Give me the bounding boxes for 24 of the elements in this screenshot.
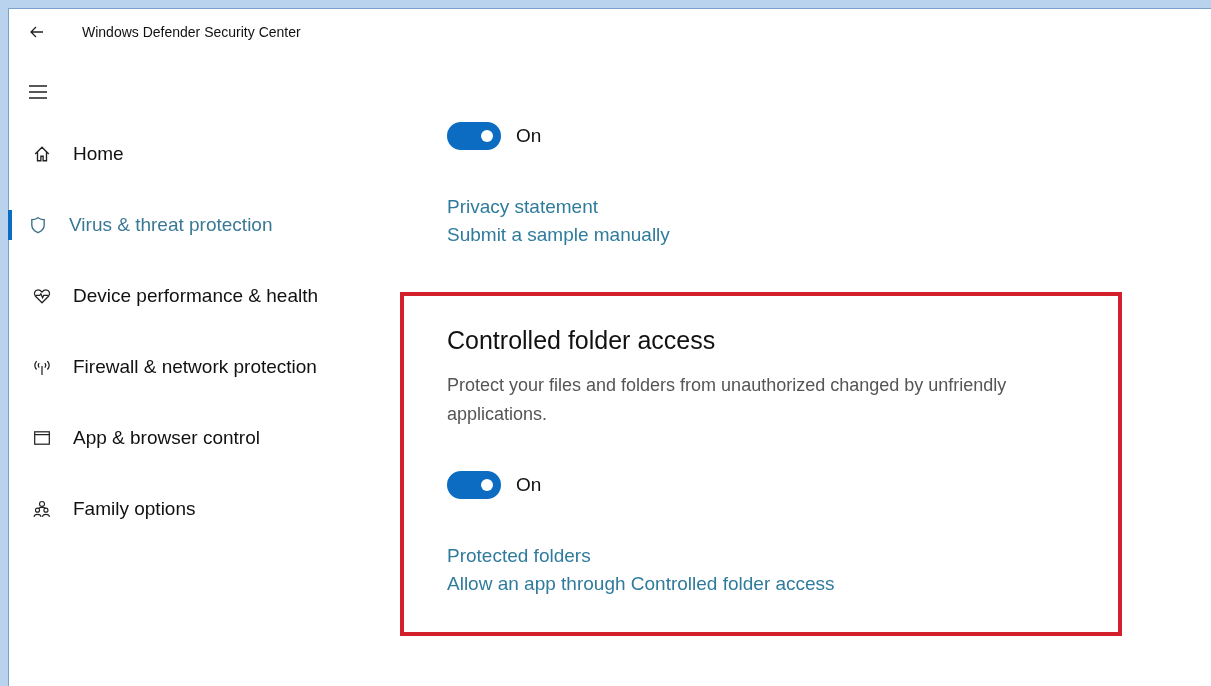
- sidebar-item[interactable]: Firewall & network protection: [9, 331, 400, 402]
- shield-icon: [29, 215, 47, 234]
- sidebar-item[interactable]: App & browser control: [9, 402, 400, 473]
- window-title: Windows Defender Security Center: [82, 24, 301, 40]
- menu-icon[interactable]: [29, 85, 47, 99]
- back-arrow-icon[interactable]: [29, 24, 45, 40]
- window-icon: [33, 428, 51, 447]
- sidebar-item[interactable]: Virus & threat protection: [9, 189, 400, 260]
- link[interactable]: Protected folders: [447, 545, 591, 567]
- heart-icon: [33, 286, 51, 305]
- sidebar-item[interactable]: Home: [9, 118, 400, 189]
- toggle-label: On: [516, 474, 542, 496]
- sidebar-item[interactable]: Device performance & health: [9, 260, 400, 331]
- family-icon: [33, 499, 51, 518]
- toggle-label: On: [516, 125, 542, 147]
- toggle-switch[interactable]: [447, 471, 501, 499]
- link[interactable]: Privacy statement: [447, 196, 598, 218]
- section-description: Protect your files and folders from unauthorized changed by unfriendly applications.: [447, 374, 1008, 426]
- link[interactable]: Allow an app through Controlled folder access: [447, 573, 835, 595]
- section-title: Controlled folder access: [447, 326, 717, 355]
- toggle-switch[interactable]: [447, 122, 501, 150]
- home-icon: [33, 144, 51, 163]
- link[interactable]: Submit a sample manually: [447, 224, 670, 246]
- sidebar-item[interactable]: Family options: [9, 473, 400, 544]
